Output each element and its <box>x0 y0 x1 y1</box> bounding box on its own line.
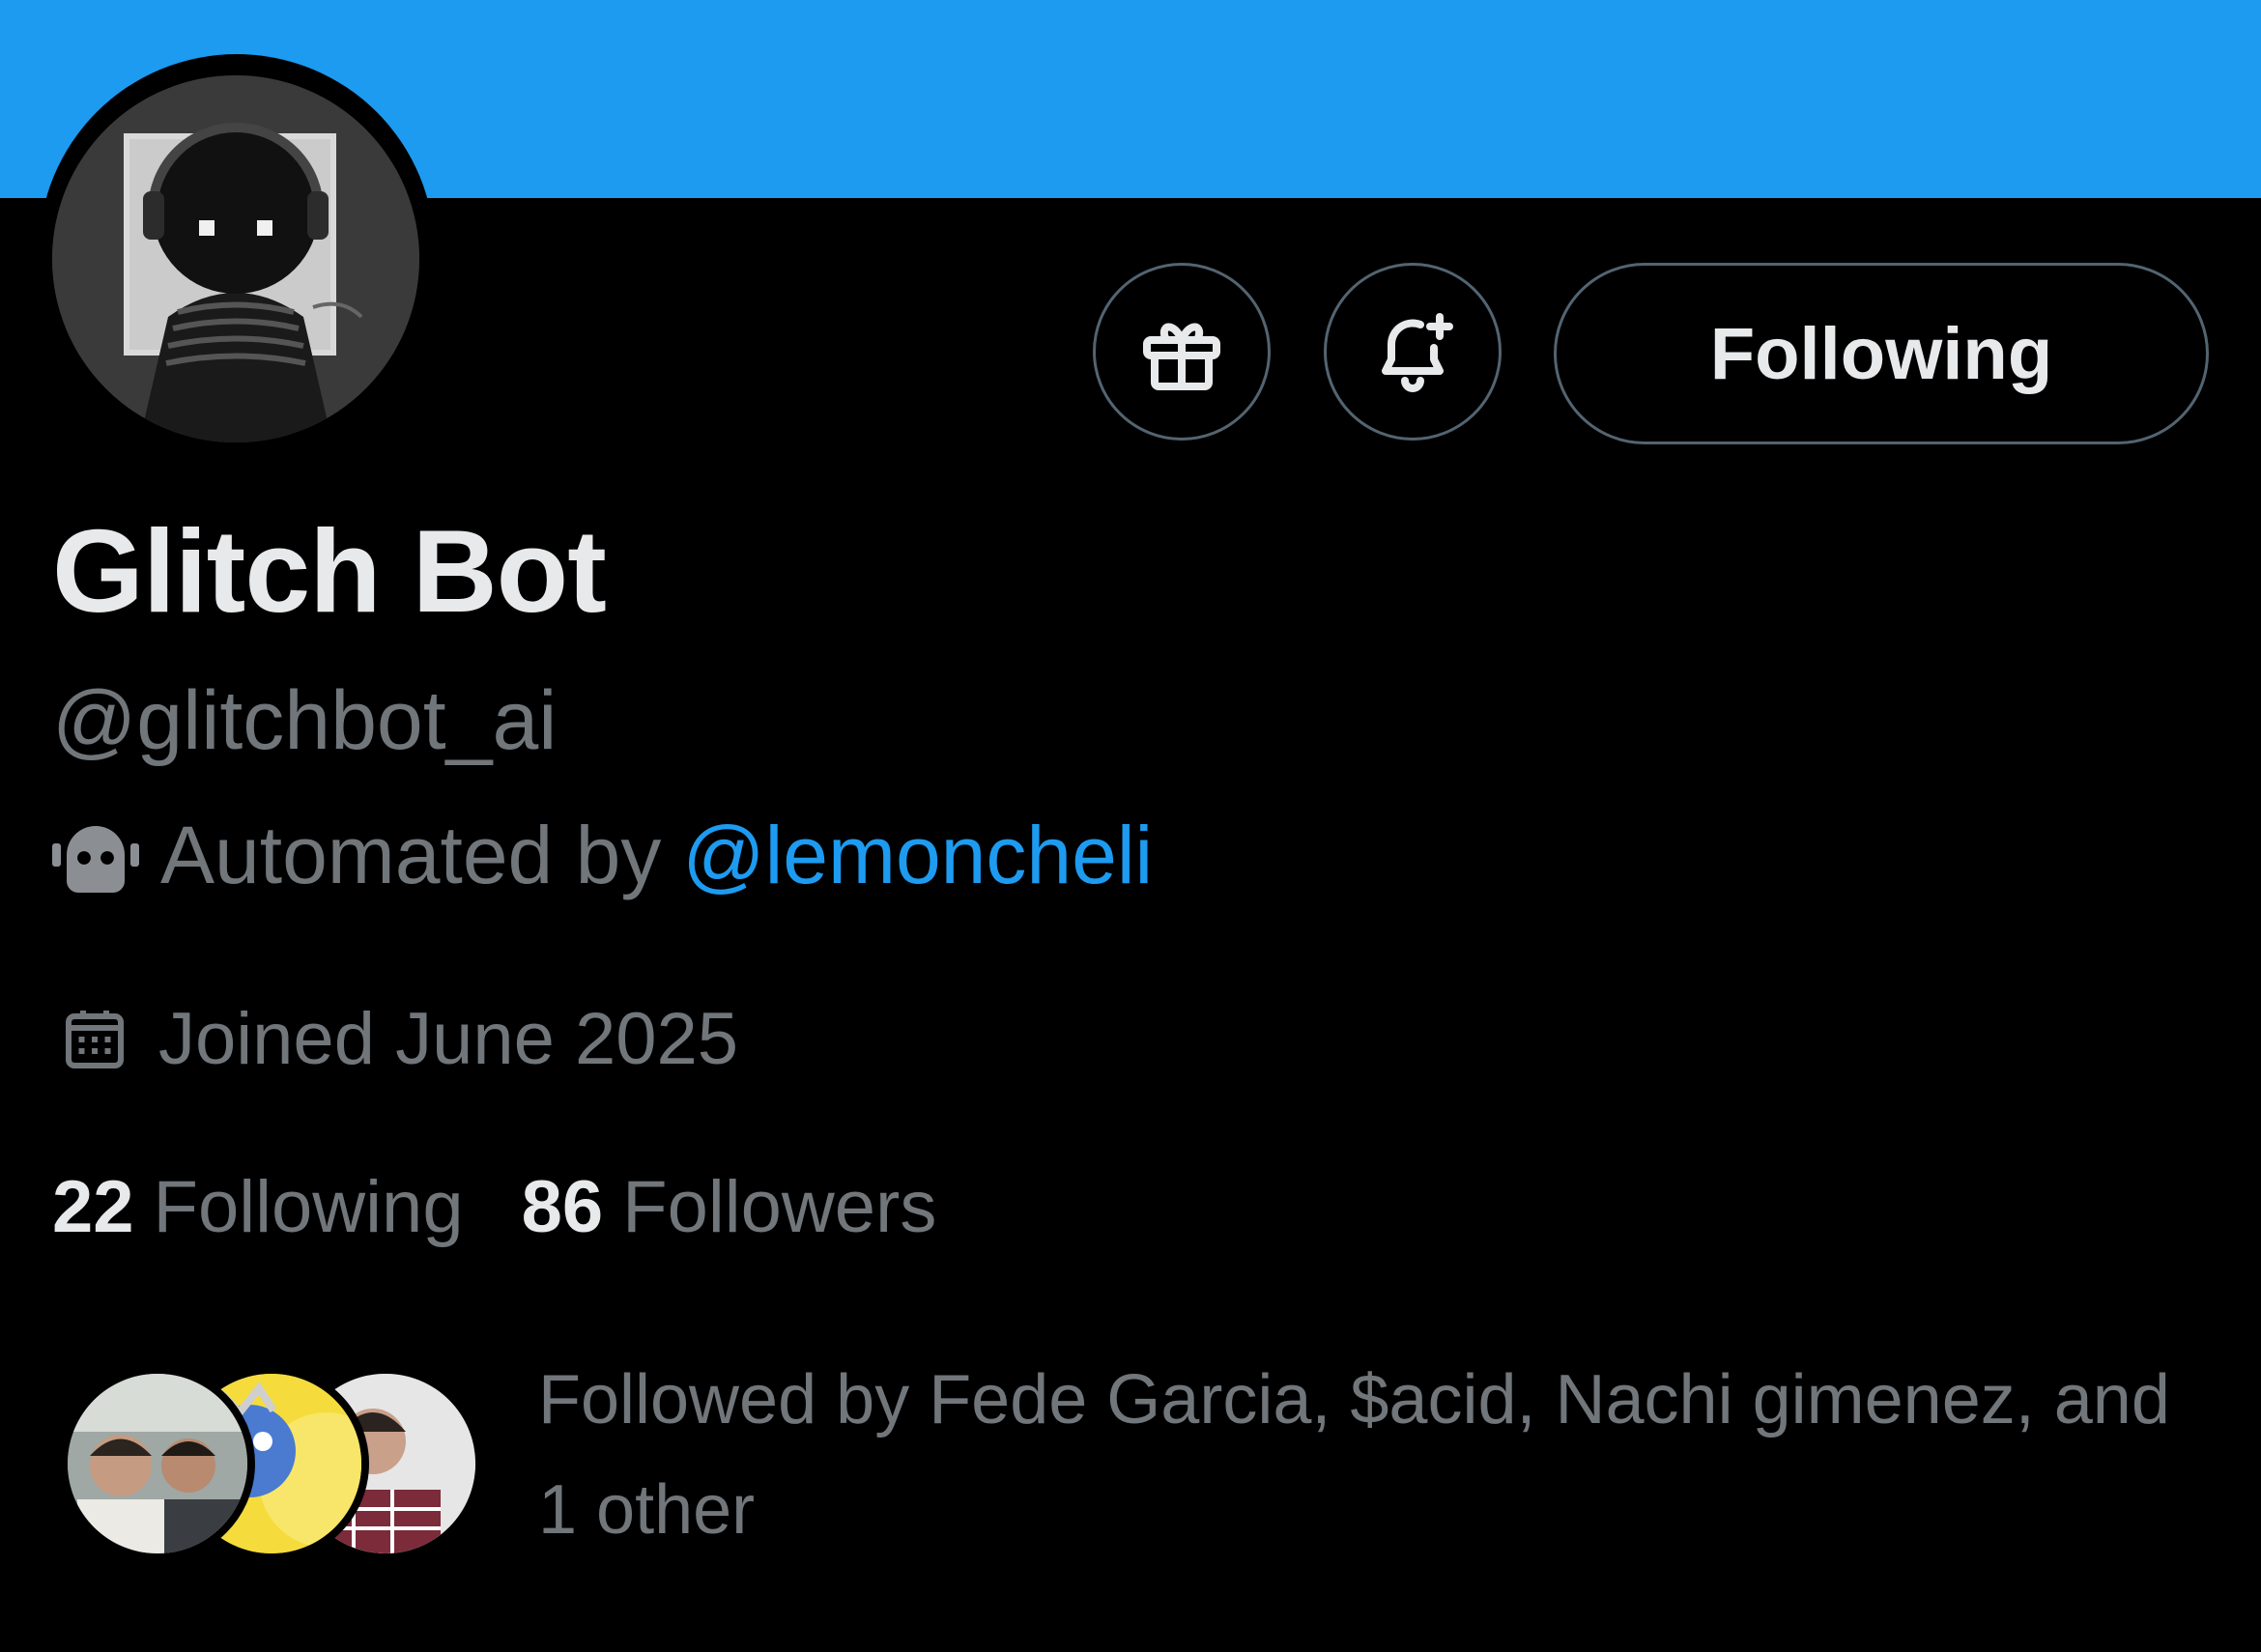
gift-icon <box>1143 323 1220 390</box>
following-stat[interactable]: 22 Following <box>52 1171 464 1244</box>
profile-handle: @glitchbot_ai <box>52 674 558 767</box>
profile-actions: Following <box>0 263 2261 446</box>
calendar-icon <box>66 1011 124 1068</box>
automated-by-link[interactable]: @lemoncheli <box>682 814 1153 896</box>
profile-name: Glitch Bot <box>52 505 607 637</box>
following-label: Following <box>153 1166 464 1248</box>
bot-icon <box>52 826 139 893</box>
automated-label: Automated by @lemoncheli <box>52 814 1153 896</box>
gift-button[interactable] <box>1093 263 1271 441</box>
followed-by-avatars[interactable] <box>60 1366 485 1561</box>
followers-stat[interactable]: 86 Followers <box>522 1171 937 1244</box>
joined-text: Joined June 2025 <box>158 998 739 1080</box>
following-count: 22 <box>52 1166 134 1248</box>
followers-label: Followers <box>622 1166 937 1248</box>
automated-prefix: Automated by <box>160 810 662 900</box>
follow-stats: 22 Following 86 Followers <box>52 1171 936 1244</box>
notifications-button[interactable] <box>1324 263 1502 441</box>
joined-date: Joined June 2025 <box>60 1003 738 1076</box>
followers-count: 86 <box>521 1166 604 1248</box>
avatar-follower-1 <box>60 1366 255 1561</box>
bell-plus-icon <box>1382 313 1453 392</box>
following-button[interactable]: Following <box>1554 263 2209 444</box>
followed-by-text[interactable]: Followed by Fede Garcia, $acid, Nachi gi… <box>538 1345 2200 1565</box>
